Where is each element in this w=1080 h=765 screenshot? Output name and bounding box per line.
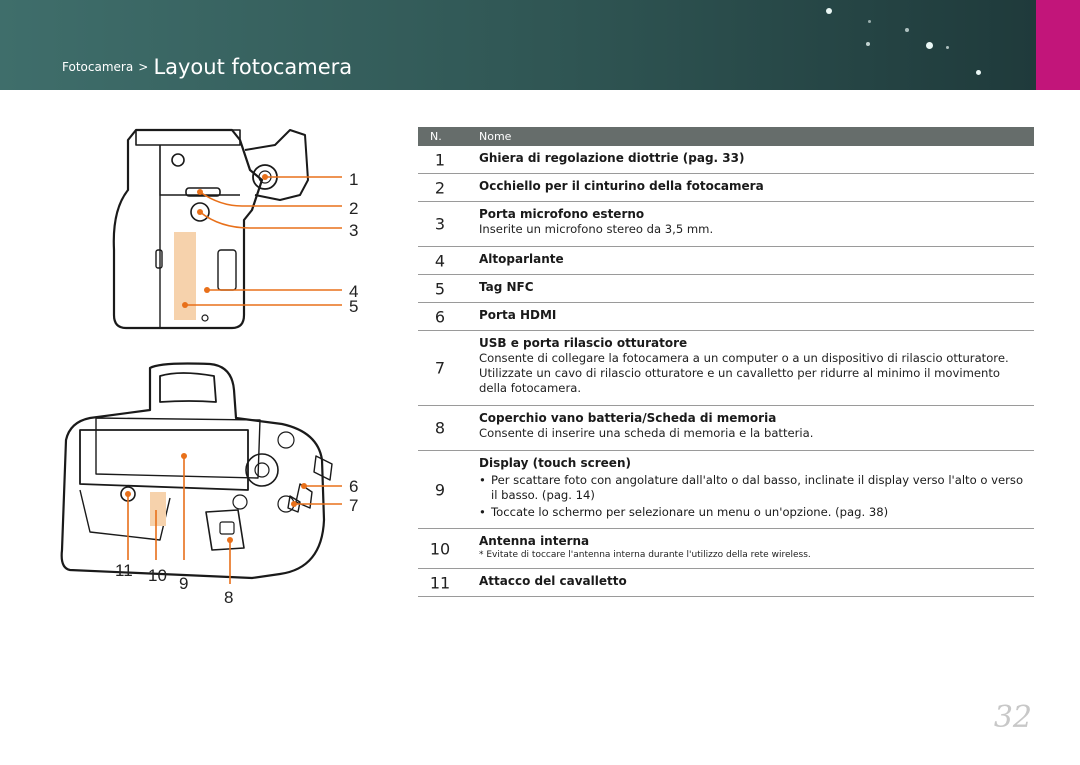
row-title: Altoparlante: [479, 252, 564, 266]
row-number: 10: [429, 539, 451, 558]
figure-label-8: 8: [224, 588, 234, 607]
figure-label-3: 3: [349, 221, 359, 240]
figure-label-7: 7: [349, 496, 359, 515]
figure-label-6: 6: [349, 477, 359, 496]
row-number: 1: [434, 150, 446, 169]
page-number: 32: [993, 700, 1032, 735]
row-note: * Evitate di toccare l'antenna interna d…: [479, 550, 811, 560]
camera-back-view: [60, 362, 333, 580]
camera-top-view: [112, 128, 309, 330]
bullet-item: Per scattare foto con angolature dall'al…: [479, 473, 1028, 503]
figure-label-11: 11: [115, 561, 133, 580]
breadcrumb: Fotocamera > Layout fotocamera: [62, 55, 352, 79]
table-row: 5 Tag NFC: [418, 275, 1034, 303]
row-bullet-list: Per scattare foto con angolature dall'al…: [479, 473, 1028, 520]
page-title: Layout fotocamera: [153, 55, 353, 79]
table-row: 7 USB e porta rilascio otturatore Consen…: [418, 331, 1034, 406]
column-header-number: N.: [430, 130, 442, 143]
row-number: 7: [434, 358, 446, 378]
sparkle-decoration: [868, 20, 871, 23]
antenna-area-highlight: [150, 492, 166, 526]
table-header: N. Nome: [418, 127, 1034, 146]
row-title: Ghiera di regolazione diottrie (pag. 33): [479, 151, 745, 165]
figure-label-2: 2: [349, 199, 359, 218]
row-number: 4: [434, 251, 446, 270]
table-row: 9 Display (touch screen) Per scattare fo…: [418, 451, 1034, 529]
camera-diagram: [60, 128, 342, 584]
row-description: Consente di inserire una scheda di memor…: [479, 426, 814, 440]
row-description: Consente di collegare la fotocamera a un…: [479, 351, 1009, 395]
sparkle-decoration: [826, 8, 832, 14]
row-title: Porta microfono esterno: [479, 207, 645, 221]
row-title: Attacco del cavalletto: [479, 574, 627, 588]
row-title: Tag NFC: [479, 280, 534, 294]
sparkle-decoration: [976, 70, 981, 75]
breadcrumb-parent[interactable]: Fotocamera: [62, 60, 133, 74]
sparkle-decoration: [926, 42, 933, 49]
row-title: USB e porta rilascio otturatore: [479, 336, 688, 350]
row-title: Coperchio vano batteria/Scheda di memori…: [479, 411, 777, 425]
column-header-name: Nome: [479, 130, 512, 143]
row-number: 6: [434, 307, 446, 326]
row-title: Antenna interna: [479, 534, 590, 548]
row-number: 9: [434, 480, 446, 499]
table-row: 2 Occhiello per il cinturino della fotoc…: [418, 174, 1034, 202]
sparkle-decoration: [905, 28, 909, 32]
row-title: Occhiello per il cinturino della fotocam…: [479, 179, 764, 193]
table-row: 8 Coperchio vano batteria/Scheda di memo…: [418, 406, 1034, 451]
figure-label-10: 10: [148, 566, 167, 585]
row-title: Display (touch screen): [479, 456, 631, 470]
breadcrumb-separator: >: [138, 60, 149, 74]
figure-label-5: 5: [349, 297, 359, 316]
table-row: 4 Altoparlante: [418, 247, 1034, 275]
table-row: 1 Ghiera di regolazione diottrie (pag. 3…: [418, 146, 1034, 174]
table-row: 10 Antenna interna * Evitate di toccare …: [418, 529, 1034, 569]
figure-label-9: 9: [179, 574, 189, 593]
row-number: 8: [434, 418, 446, 438]
row-number: 5: [434, 279, 446, 298]
table-row: 6 Porta HDMI: [418, 303, 1034, 331]
parts-table: N. Nome 1 Ghiera di regolazione diottrie…: [418, 127, 1034, 597]
bullet-item: Toccate lo schermo per selezionare un me…: [479, 505, 1028, 520]
sparkle-decoration: [946, 46, 949, 49]
sparkle-decoration: [866, 42, 870, 46]
table-row: 11 Attacco del cavalletto: [418, 569, 1034, 597]
row-description: Inserite un microfono stereo da 3,5 mm.: [479, 222, 714, 236]
row-number: 3: [434, 214, 446, 234]
row-number: 11: [429, 573, 451, 592]
row-number: 2: [434, 178, 446, 197]
table-row: 3 Porta microfono esterno Inserite un mi…: [418, 202, 1034, 247]
header-band: Fotocamera > Layout fotocamera: [0, 0, 1036, 90]
figure-label-1: 1: [349, 170, 359, 189]
row-title: Porta HDMI: [479, 308, 557, 322]
section-tab: [1036, 0, 1080, 90]
